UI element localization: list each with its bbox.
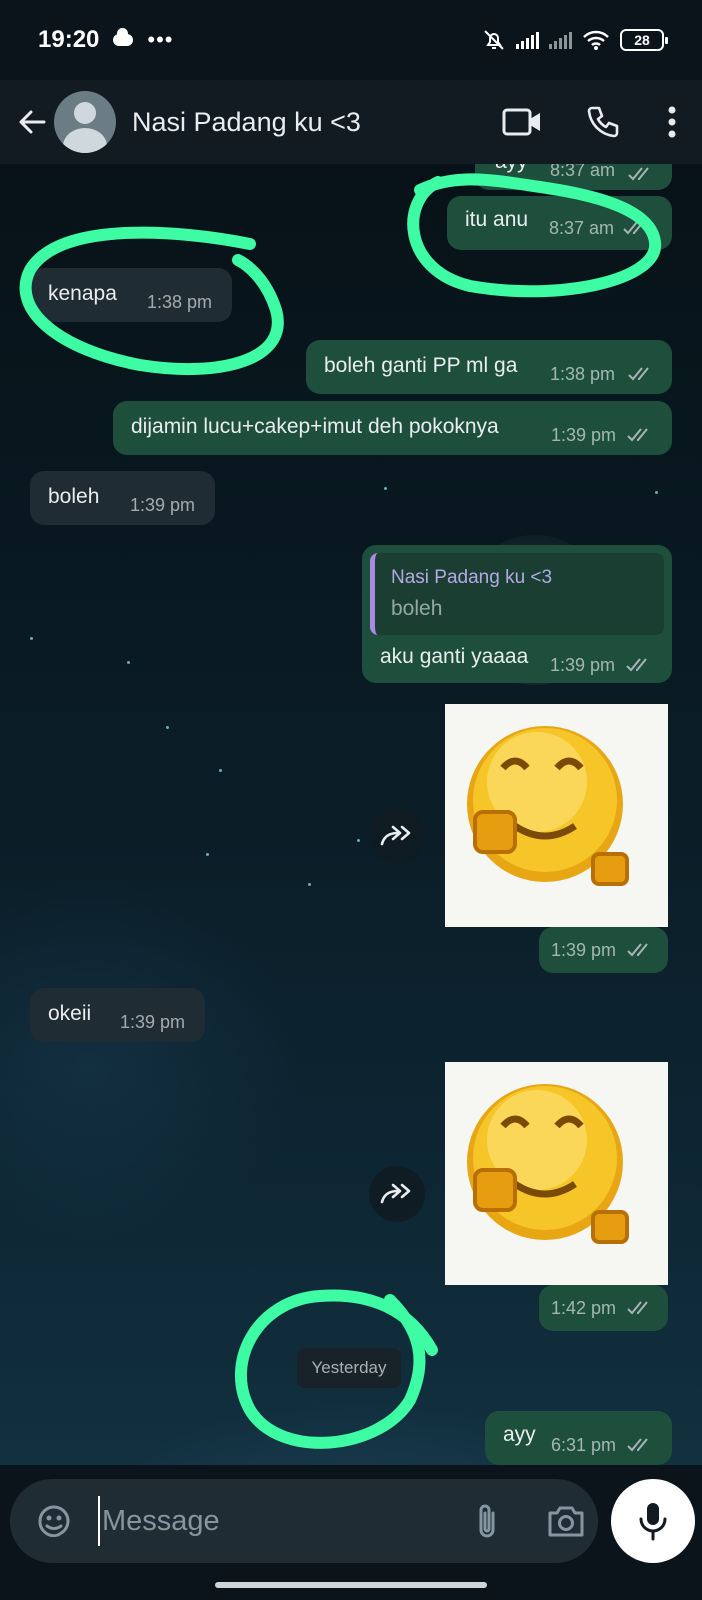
message-composer	[10, 1479, 598, 1563]
more-options-button[interactable]	[642, 92, 702, 152]
camera-icon	[548, 1506, 584, 1537]
date-separator: Yesterday	[297, 1348, 401, 1388]
wallpaper-star	[166, 726, 169, 729]
message-bubble-outgoing[interactable]: boleh ganti PP ml ga 1:38 pm	[306, 340, 672, 394]
message-text: itu anu	[465, 208, 529, 231]
avatar[interactable]	[54, 91, 116, 153]
message-time: 1:39 pm	[551, 940, 617, 960]
quoted-text: boleh	[391, 597, 443, 620]
message-time: 6:31 pm	[551, 1435, 617, 1455]
message-time-chip: 1:42 pm	[539, 1285, 668, 1331]
video-call-icon	[502, 108, 540, 136]
wallpaper-star	[219, 769, 222, 772]
message-time: 1:39 pm	[130, 495, 196, 515]
wallpaper-star	[384, 487, 387, 490]
quoted-sender: Nasi Padang ku <3	[391, 567, 553, 588]
message-text: aku ganti yaaaa	[380, 645, 529, 668]
bell-off-icon	[484, 30, 504, 50]
read-ticks-icon	[628, 367, 649, 381]
read-ticks-icon	[627, 943, 648, 957]
message-text: okeii	[48, 1002, 92, 1025]
message-bubble-outgoing[interactable]: Nasi Padang ku <3 boleh aku ganti yaaaa …	[362, 545, 672, 683]
message-time: 1:39 pm	[551, 425, 617, 445]
voice-record-button[interactable]	[611, 1479, 695, 1563]
smiling-emoji-sticker-icon	[467, 726, 629, 886]
message-input[interactable]	[98, 1496, 458, 1546]
status-time: 19:20	[38, 26, 100, 53]
quoted-message[interactable]: Nasi Padang ku <3 boleh	[370, 553, 664, 635]
forward-icon	[380, 825, 411, 846]
message-bubble-incoming[interactable]: okeii 1:39 pm	[30, 988, 205, 1042]
wallpaper-star	[127, 661, 130, 664]
home-indicator[interactable]	[215, 1582, 487, 1588]
phone-icon	[587, 106, 619, 138]
message-time: 1:38 pm	[550, 364, 616, 384]
message-time: 1:39 pm	[120, 1012, 186, 1032]
wallpaper-star	[30, 637, 33, 640]
read-ticks-icon	[627, 1301, 648, 1315]
message-time: 1:38 pm	[147, 292, 213, 312]
sticker-button[interactable]	[24, 1491, 84, 1551]
paperclip-icon	[479, 1504, 495, 1538]
voice-call-button[interactable]	[562, 92, 642, 152]
forward-button[interactable]	[369, 808, 425, 864]
signal-icon	[516, 31, 539, 49]
back-arrow-icon[interactable]	[14, 104, 50, 140]
message-text: boleh ganti PP ml ga	[324, 354, 518, 377]
attach-button[interactable]	[462, 1491, 512, 1551]
battery-icon: 28	[620, 29, 668, 51]
forward-button[interactable]	[369, 1166, 425, 1222]
contact-name[interactable]: Nasi Padang ku <3	[132, 107, 361, 138]
message-time-chip: 1:39 pm	[539, 927, 668, 973]
status-bar: 19:20 ••• 28	[0, 0, 702, 80]
read-ticks-icon	[628, 167, 649, 181]
message-text: ayy	[503, 1423, 536, 1446]
forward-icon	[380, 1183, 411, 1204]
sticker-image[interactable]	[445, 704, 668, 927]
sticker-icon	[38, 1505, 70, 1538]
message-time: 1:39 pm	[550, 655, 616, 675]
more-vert-icon	[668, 106, 676, 138]
read-ticks-icon	[627, 1438, 648, 1452]
message-time: 8:37 am	[549, 218, 615, 238]
sticker-image[interactable]	[445, 1062, 668, 1285]
message-text: dijamin lucu+cakep+imut deh pokoknya	[131, 415, 499, 438]
chat-header-overlay: Nasi Padang ku <3	[0, 80, 702, 164]
message-text: boleh	[48, 485, 100, 508]
read-ticks-icon	[626, 658, 647, 672]
message-bubble-incoming[interactable]: kenapa 1:38 pm	[30, 268, 232, 322]
notification-dots: •••	[147, 27, 174, 52]
smiling-emoji-sticker-icon	[467, 1084, 629, 1244]
wallpaper-star	[308, 883, 311, 886]
wifi-icon	[583, 30, 609, 50]
wallpaper-star	[206, 853, 209, 856]
message-bubble-outgoing[interactable]: ayy 6:31 pm	[485, 1411, 672, 1465]
message-bubble-outgoing[interactable]: dijamin lucu+cakep+imut deh pokoknya 1:3…	[113, 401, 672, 455]
message-time: 1:42 pm	[551, 1298, 617, 1318]
cloud-icon	[113, 28, 134, 46]
message-text: kenapa	[48, 282, 117, 305]
signal-icon	[549, 31, 572, 49]
mic-icon	[639, 1503, 667, 1541]
message-bubble-incoming[interactable]: boleh 1:39 pm	[30, 471, 215, 525]
read-ticks-icon	[623, 221, 644, 235]
message-bubble-outgoing[interactable]: itu anu 8:37 am	[447, 196, 672, 250]
wallpaper-star	[357, 839, 360, 842]
camera-button[interactable]	[536, 1491, 596, 1551]
video-call-button[interactable]	[482, 92, 562, 152]
wallpaper-star	[655, 491, 658, 494]
read-ticks-icon	[627, 428, 648, 442]
